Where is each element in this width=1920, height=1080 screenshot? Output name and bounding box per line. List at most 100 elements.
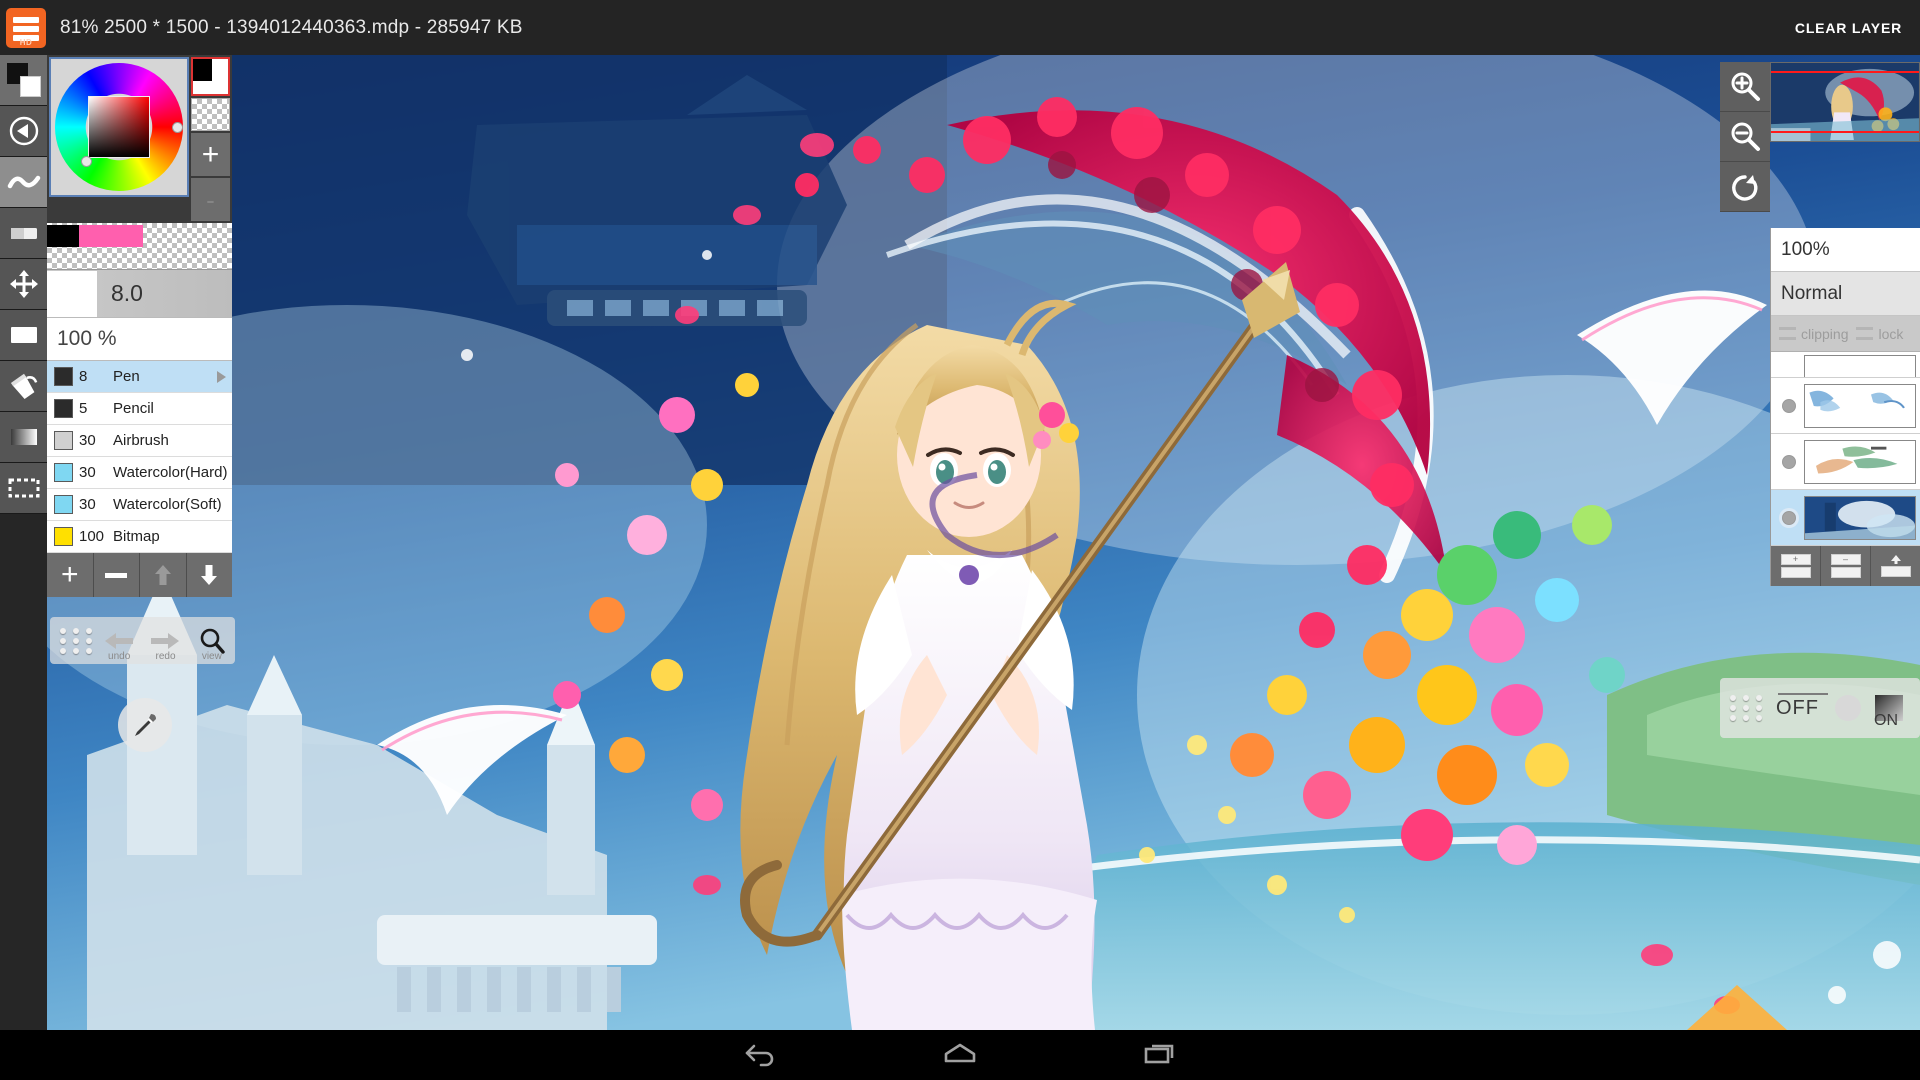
merge-layer-button[interactable]: [1871, 546, 1920, 586]
android-back-button[interactable]: [740, 1039, 780, 1072]
brush-list[interactable]: 8 Pen 5 Pencil 30 Airbrush 30 Watercolor…: [47, 361, 232, 553]
brush-name: Pencil: [113, 400, 154, 417]
clipping-checkbox-icon[interactable]: [1779, 327, 1796, 340]
recents-icon: [1144, 1044, 1174, 1063]
zoom-in-button[interactable]: [1720, 62, 1770, 112]
fill-rect-tool[interactable]: [0, 310, 47, 361]
layer-panel: 100% Normal clipping lock + –: [1770, 228, 1920, 586]
stabilizer-on-label: ON: [1874, 712, 1898, 729]
hue-handle[interactable]: [172, 122, 183, 133]
filled-rectangle-icon: [10, 327, 37, 343]
gradient-icon: [10, 429, 37, 445]
layer-visibility-toggle[interactable]: [1782, 510, 1796, 525]
undo-redo-toolbar[interactable]: undo redo view: [50, 617, 235, 664]
drag-handle-icon[interactable]: [1726, 693, 1766, 723]
foreground-background-swatch[interactable]: [0, 55, 47, 106]
drawing-canvas[interactable]: [47, 55, 1920, 1030]
brush-name: Bitmap: [113, 528, 160, 545]
stabilizer-slider-knob[interactable]: [1835, 695, 1861, 721]
layer-row[interactable]: [1771, 490, 1920, 546]
hsv-color-wheel[interactable]: [49, 57, 189, 197]
freehand-brush-tool[interactable]: [0, 157, 47, 208]
brush-opacity-value: 100 %: [57, 327, 117, 350]
arrow-down-icon: [201, 565, 218, 585]
eyedropper-tool[interactable]: [118, 698, 172, 752]
lock-checkbox-icon[interactable]: [1856, 327, 1874, 340]
move-brush-up-button[interactable]: [140, 553, 187, 597]
zoom-out-button[interactable]: [1720, 112, 1770, 162]
layer-list[interactable]: [1771, 352, 1920, 546]
view-label: view: [201, 651, 222, 662]
brush-settings-arrow-icon[interactable]: [217, 370, 226, 383]
brush-chip: [54, 431, 73, 450]
layer-row[interactable]: [1771, 434, 1920, 490]
brush-size: 100: [79, 528, 105, 545]
layer-sheet-icon: [1780, 567, 1811, 578]
layer-visibility-toggle[interactable]: [1782, 398, 1796, 413]
swatch-0[interactable]: [47, 225, 79, 247]
remove-brush-button[interactable]: [93, 553, 140, 597]
home-icon: [944, 1043, 976, 1062]
layer-row[interactable]: [1771, 352, 1920, 378]
brush-chip: [54, 527, 73, 546]
artwork-image: [47, 55, 1920, 1030]
add-layer-button[interactable]: +: [1771, 546, 1821, 586]
gradient-tool[interactable]: [0, 412, 47, 463]
layer-thumbnail: [1804, 495, 1916, 540]
brush-item-bitmap[interactable]: 100 Bitmap: [47, 521, 232, 553]
sv-handle[interactable]: [81, 156, 92, 167]
brush-item-watercolor-hard[interactable]: 30 Watercolor(Hard): [47, 457, 232, 489]
rotate-reset-button[interactable]: [1720, 162, 1770, 212]
brush-item-pencil[interactable]: 5 Pencil: [47, 393, 232, 425]
blend-mode-selector[interactable]: Normal: [1771, 272, 1920, 316]
move-tool[interactable]: [0, 259, 47, 310]
eraser-tool[interactable]: [0, 208, 47, 259]
tool-rail: [0, 55, 47, 1054]
add-color-button[interactable]: +: [191, 133, 230, 176]
navigator-viewport-top: [1771, 71, 1919, 73]
transparent-color-swatch[interactable]: [191, 98, 230, 131]
brush-item-watercolor-soft[interactable]: 30 Watercolor(Soft): [47, 489, 232, 521]
add-brush-button[interactable]: +: [47, 553, 94, 597]
clipping-label: clipping: [1801, 325, 1849, 342]
hamburger-hd-icon[interactable]: HD: [6, 7, 46, 48]
foreground-background-preview[interactable]: [191, 57, 230, 96]
canvas-navigator[interactable]: [1770, 62, 1920, 142]
arrow-left-icon: [105, 632, 134, 649]
zoom-controls: [1720, 62, 1770, 212]
back-navigate-tool[interactable]: [0, 106, 47, 157]
hamburger-bar: [13, 25, 39, 32]
navigator-viewport-bottom: [1771, 131, 1919, 133]
android-home-button[interactable]: [940, 1039, 980, 1072]
layer-thumbnail: [1804, 439, 1916, 484]
delete-layer-button[interactable]: –: [1821, 546, 1871, 586]
brush-item-pen[interactable]: 8 Pen: [47, 361, 232, 393]
move-brush-down-button[interactable]: [186, 553, 232, 597]
layer-plus-icon: +: [1780, 554, 1811, 565]
drag-handle-icon[interactable]: [56, 626, 96, 656]
remove-color-button[interactable]: -: [191, 178, 230, 221]
view-button[interactable]: view: [189, 617, 235, 664]
medibang-paint-app-window: HD 81% 2500 * 1500 - 1394012440363.mdp -…: [0, 0, 1920, 1080]
color-swatch-strip[interactable]: [47, 223, 232, 269]
stabilizer-toolbar[interactable]: OFF ON: [1720, 678, 1920, 738]
brush-opacity-slider[interactable]: 100 %: [47, 317, 232, 361]
brush-size: 5: [79, 400, 88, 417]
swatch-1[interactable]: [79, 225, 111, 247]
stabilizer-slider-track[interactable]: [1778, 693, 1828, 695]
android-recents-button[interactable]: [1140, 1039, 1180, 1072]
clear-layer-button[interactable]: CLEAR LAYER: [1795, 0, 1902, 55]
saturation-value-square[interactable]: [88, 96, 150, 158]
layer-sheet-icon: [1830, 567, 1861, 578]
layer-visibility-toggle[interactable]: [1782, 454, 1796, 469]
select-tool[interactable]: [0, 463, 47, 514]
brush-size: 30: [79, 432, 96, 449]
brush-size-slider[interactable]: 8.0: [47, 269, 232, 317]
layer-opacity-slider[interactable]: 100%: [1771, 228, 1920, 272]
undo-button[interactable]: undo: [96, 617, 142, 664]
layer-row[interactable]: [1771, 378, 1920, 434]
bucket-fill-tool[interactable]: [0, 361, 47, 412]
swatch-2[interactable]: [111, 225, 143, 247]
redo-button[interactable]: redo: [142, 617, 188, 664]
brush-item-airbrush[interactable]: 30 Airbrush: [47, 425, 232, 457]
